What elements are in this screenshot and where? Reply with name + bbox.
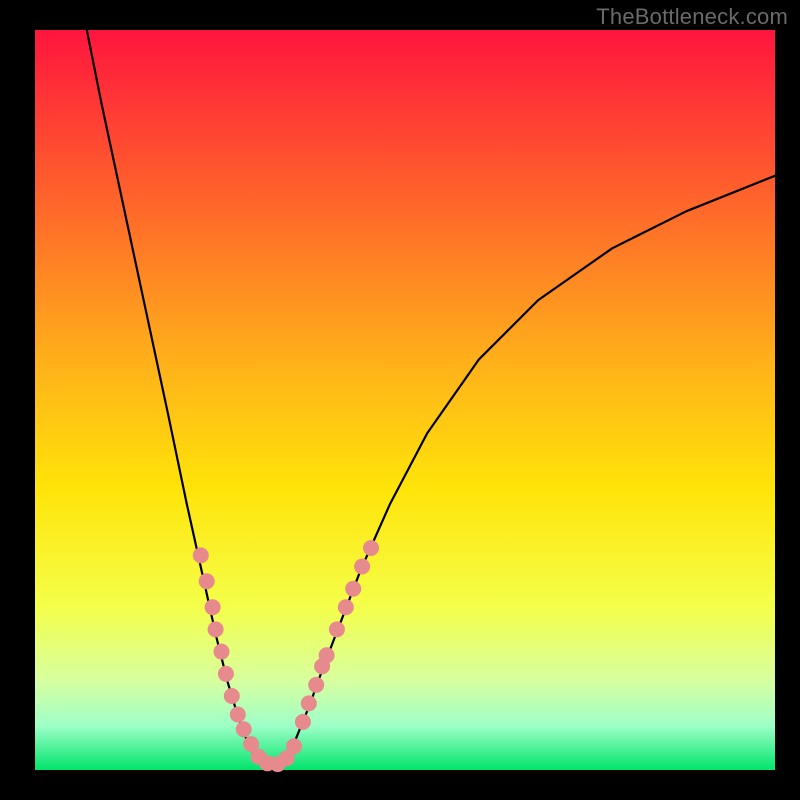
chart-frame: { "watermark": "TheBottleneck.com", "cha…: [0, 0, 800, 800]
data-dot: [214, 644, 230, 660]
data-dot: [295, 714, 311, 730]
data-dot: [301, 695, 317, 711]
data-dot: [236, 721, 252, 737]
data-dot: [308, 677, 324, 693]
data-dot: [230, 707, 246, 723]
data-dot: [319, 647, 335, 663]
data-dot: [193, 547, 209, 563]
watermark-text: TheBottleneck.com: [596, 4, 788, 30]
plot-background: [35, 30, 775, 770]
data-dot: [354, 559, 370, 575]
data-dot: [218, 666, 234, 682]
data-dot: [338, 599, 354, 615]
data-dot: [286, 738, 302, 754]
data-dot: [329, 621, 345, 637]
data-dot: [205, 599, 221, 615]
data-dot: [199, 573, 215, 589]
data-dot: [224, 688, 240, 704]
data-dot: [208, 621, 224, 637]
data-dot: [345, 581, 361, 597]
data-dot: [363, 540, 379, 556]
bottleneck-chart: [0, 0, 800, 800]
